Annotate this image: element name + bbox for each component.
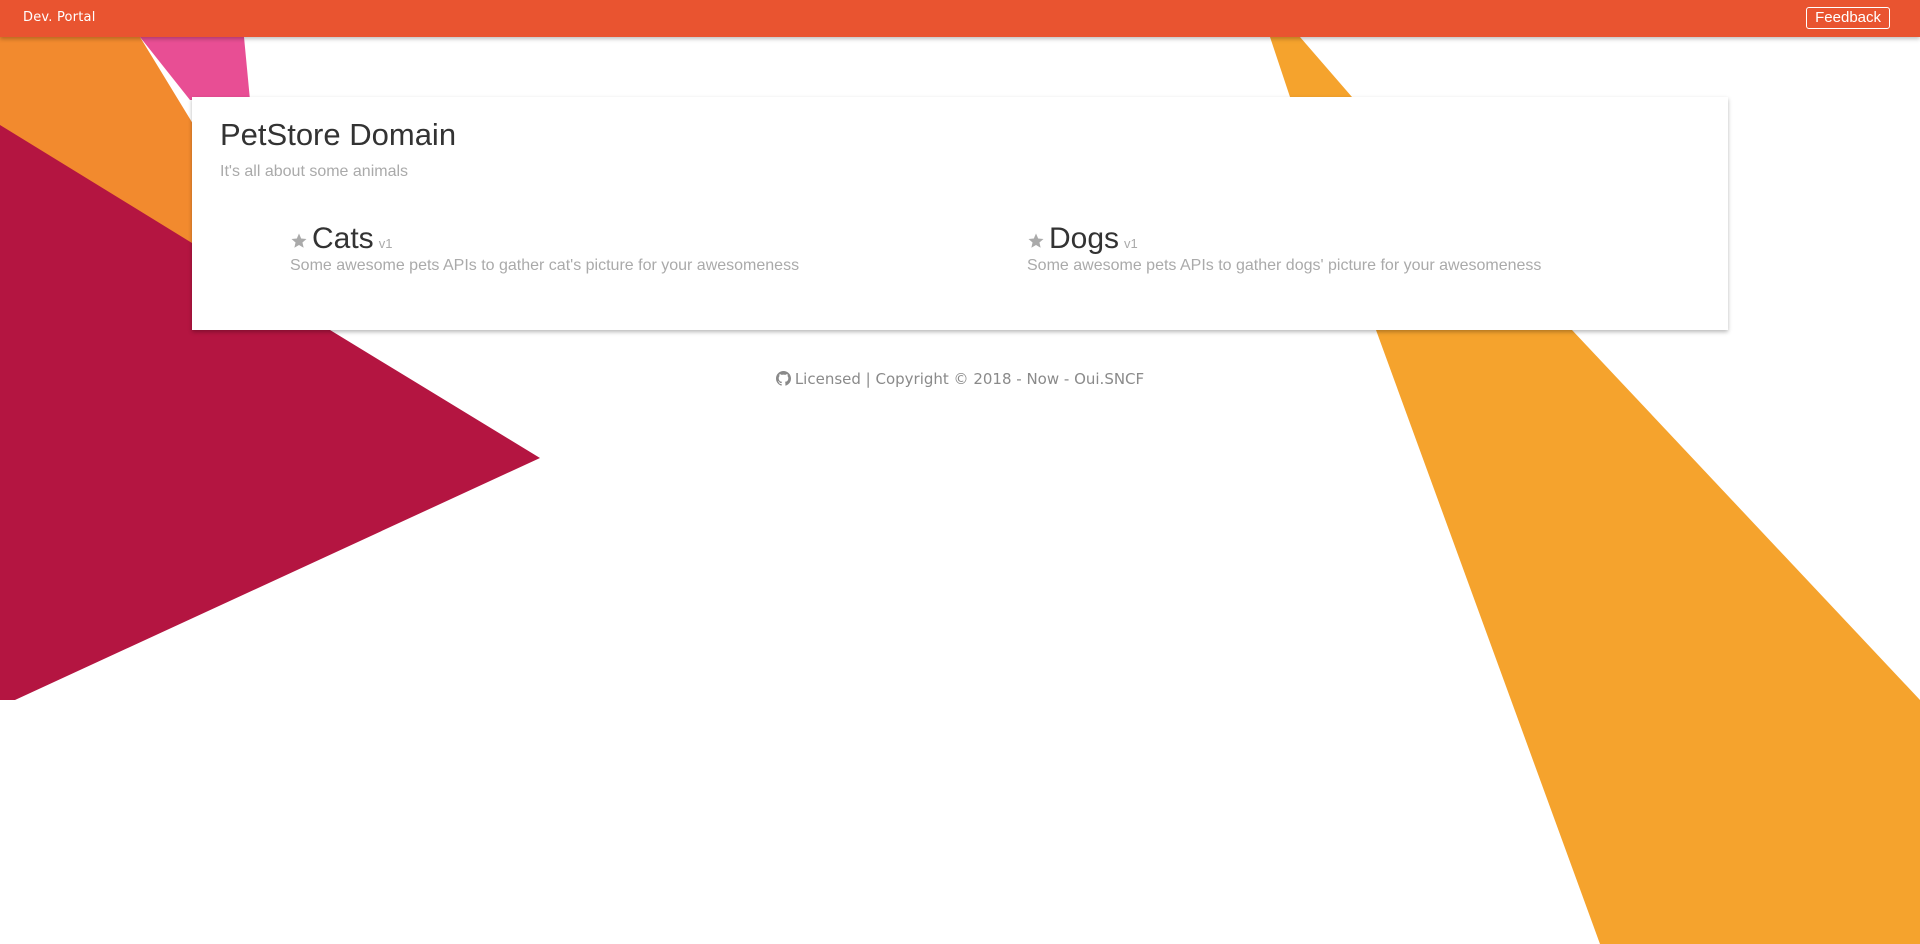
github-icon <box>775 371 791 386</box>
api-item-cats[interactable]: Cats v1 Some awesome pets APIs to gather… <box>290 223 799 275</box>
star-icon <box>290 232 308 250</box>
page: Dev. Portal Feedback PetStore Domain It'… <box>0 0 1920 944</box>
api-name[interactable]: Dogs <box>1049 223 1119 255</box>
licensed-link[interactable]: Licensed <box>795 370 861 388</box>
brand-link[interactable]: Dev. Portal <box>23 10 96 25</box>
api-item-dogs[interactable]: Dogs v1 Some awesome pets APIs to gather… <box>1027 223 1541 275</box>
domain-card: PetStore Domain It's all about some anim… <box>192 97 1728 330</box>
api-version: v1 <box>1124 236 1138 251</box>
star-icon <box>1027 232 1045 250</box>
footer-separator: | <box>860 370 876 388</box>
api-header: Dogs v1 <box>1027 223 1541 255</box>
api-name[interactable]: Cats <box>312 223 374 255</box>
footer: Licensed | Copyright © 2018 - Now - Oui.… <box>0 370 1920 388</box>
api-version: v1 <box>378 236 393 251</box>
domain-subtitle: It's all about some animals <box>220 163 409 180</box>
bg-shape-amber-right <box>1376 330 1920 944</box>
top-navbar: Dev. Portal Feedback <box>0 0 1920 37</box>
copyright-text: Copyright © 2018 - Now - Oui.SNCF <box>875 370 1145 388</box>
api-description: Some awesome pets APIs to gather dogs' p… <box>1027 257 1542 274</box>
bg-shape-amber-top <box>1270 37 1352 97</box>
api-header: Cats v1 <box>290 223 799 255</box>
domain-title: PetStore Domain <box>220 117 457 152</box>
api-description: Some awesome pets APIs to gather cat's p… <box>290 257 800 274</box>
feedback-button[interactable]: Feedback <box>1806 7 1890 29</box>
